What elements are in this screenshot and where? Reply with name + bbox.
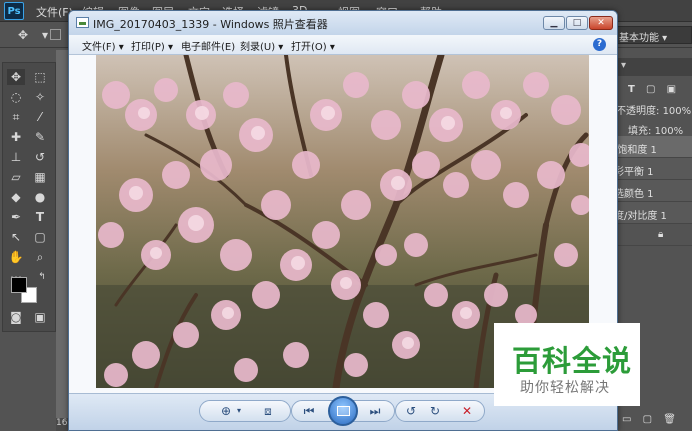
type-filter-icon[interactable]: T <box>628 84 635 95</box>
eraser-tool-icon[interactable]: ▱ <box>7 169 25 185</box>
menu-open[interactable]: 打开(O) ▾ <box>291 38 335 53</box>
rotate-clockwise-icon[interactable]: ↻ <box>426 403 444 419</box>
new-layer-icon[interactable]: ▢ <box>643 414 652 425</box>
help-icon[interactable]: ? <box>593 38 606 51</box>
zoom-dropdown-icon[interactable]: ▾ <box>230 403 248 419</box>
zoom-tool-icon[interactable]: ⌕ <box>31 249 49 265</box>
blur-tool-icon[interactable]: ◆ <box>7 189 25 205</box>
fill-row: 填充: 100% <box>614 118 692 138</box>
ps-toolbox: ✥ ⬚ ◌ ✧ ⌗ ⁄ ✚ ✎ ⊥ ↺ ▱ ▦ ◆ ● ✒ T ↖ ▢ ✋ ⌕ … <box>2 62 56 332</box>
photo-viewer-app-icon <box>76 17 89 28</box>
auto-select-checkbox[interactable] <box>50 29 61 40</box>
clone-stamp-icon[interactable]: ⊥ <box>7 149 25 165</box>
opacity-label: 不透明度: <box>616 106 660 117</box>
watermark-sub-text: 助你轻松解决 <box>520 380 610 396</box>
maximize-button[interactable]: □ <box>566 16 588 30</box>
watermark-main-text: 百科全说 <box>512 344 633 378</box>
ps-document-edge <box>56 50 68 431</box>
layer-name: 度/对比度 1 <box>614 211 667 222</box>
brush-tool-icon[interactable]: ✎ <box>31 129 49 145</box>
move-tool-icon[interactable]: ✥ <box>7 69 25 85</box>
slideshow-icon <box>337 406 350 416</box>
move-tool-icon[interactable]: ✥ <box>14 27 32 43</box>
quick-mask-icon[interactable]: ◙ <box>7 309 25 325</box>
menu-burn[interactable]: 刻录(U) ▾ <box>240 38 283 53</box>
viewer-titlebar[interactable]: IMG_20170403_1339 - Windows 照片查看器 ▁ □ ✕ <box>69 11 617 35</box>
workspace-switcher[interactable]: 基本功能 ▾ <box>614 26 692 44</box>
layer-name: 选颜色 1 <box>614 189 654 200</box>
menu-file[interactable]: 文件(F) ▾ <box>82 38 124 53</box>
opacity-value[interactable]: 100% <box>663 106 692 117</box>
viewer-title: IMG_20170403_1339 - Windows 照片查看器 <box>93 18 328 31</box>
actual-size-icon[interactable]: ⧈ <box>259 403 277 419</box>
swap-colors-icon[interactable]: ↰ <box>33 269 51 285</box>
dodge-tool-icon[interactable]: ● <box>31 189 49 205</box>
photoshop-logo: Ps <box>4 2 24 20</box>
layers-toolbar: T ▢ ▣ <box>614 80 692 100</box>
smart-filter-icon[interactable]: ▣ <box>667 84 676 95</box>
lock-icon: 🔒︎ <box>658 229 664 240</box>
crop-tool-icon[interactable]: ⌗ <box>7 109 25 125</box>
background-layer-row[interactable]: 🔒︎ <box>614 224 692 246</box>
menu-print[interactable]: 打印(P) ▾ <box>131 38 173 53</box>
magic-wand-icon[interactable]: ✧ <box>31 89 49 105</box>
shape-filter-icon[interactable]: ▢ <box>646 84 655 95</box>
delete-icon[interactable]: ✕ <box>458 403 476 419</box>
previous-icon[interactable]: ⏮ <box>300 403 318 419</box>
healing-brush-icon[interactable]: ✚ <box>7 129 25 145</box>
marquee-tool-icon[interactable]: ⬚ <box>31 69 49 85</box>
hand-tool-icon[interactable]: ✋ <box>7 249 25 265</box>
layer-name: /饱和度 1 <box>614 145 657 156</box>
watermark: 百科全说 助你轻松解决 <box>494 323 640 406</box>
gradient-tool-icon[interactable]: ▦ <box>31 169 49 185</box>
minimize-button[interactable]: ▁ <box>543 16 565 30</box>
layer-row[interactable]: /饱和度 1 <box>614 136 692 158</box>
path-select-icon[interactable]: ↖ <box>7 229 25 245</box>
layers-panel-tab[interactable]: ▾ <box>617 58 692 76</box>
rotate-counterclockwise-icon[interactable]: ↺ <box>402 403 420 419</box>
opacity-row: 不透明度: 100% <box>614 98 692 118</box>
layer-name: 彩平衡 1 <box>614 167 654 178</box>
layer-row[interactable]: 彩平衡 1 <box>614 158 692 180</box>
new-group-icon[interactable]: ▭ <box>622 414 631 425</box>
layer-row[interactable]: 选颜色 1 <box>614 180 692 202</box>
layers-footer: ▭ ▢ 🗑︎ <box>614 410 692 430</box>
next-icon[interactable]: ⏭ <box>366 403 384 419</box>
type-tool-icon[interactable]: T <box>31 209 49 225</box>
lasso-tool-icon[interactable]: ◌ <box>7 89 25 105</box>
layer-row[interactable]: 度/对比度 1 <box>614 202 692 224</box>
pen-tool-icon[interactable]: ✒ <box>7 209 25 225</box>
shape-tool-icon[interactable]: ▢ <box>31 229 49 245</box>
eyedropper-icon[interactable]: ⁄ <box>31 109 49 125</box>
slideshow-button[interactable] <box>328 396 358 426</box>
workspace-label: 基本功能 <box>619 33 659 44</box>
viewer-menubar: 文件(F) ▾ 打印(P) ▾ 电子邮件(E) 刻录(U) ▾ 打开(O) ▾ … <box>69 35 617 55</box>
screen-mode-icon[interactable]: ▣ <box>31 309 49 325</box>
history-brush-icon[interactable]: ↺ <box>31 149 49 165</box>
menu-email[interactable]: 电子邮件(E) <box>181 38 235 53</box>
foreground-color-swatch[interactable] <box>11 277 27 293</box>
close-button[interactable]: ✕ <box>589 16 613 30</box>
delete-layer-icon[interactable]: 🗑︎ <box>663 414 676 425</box>
